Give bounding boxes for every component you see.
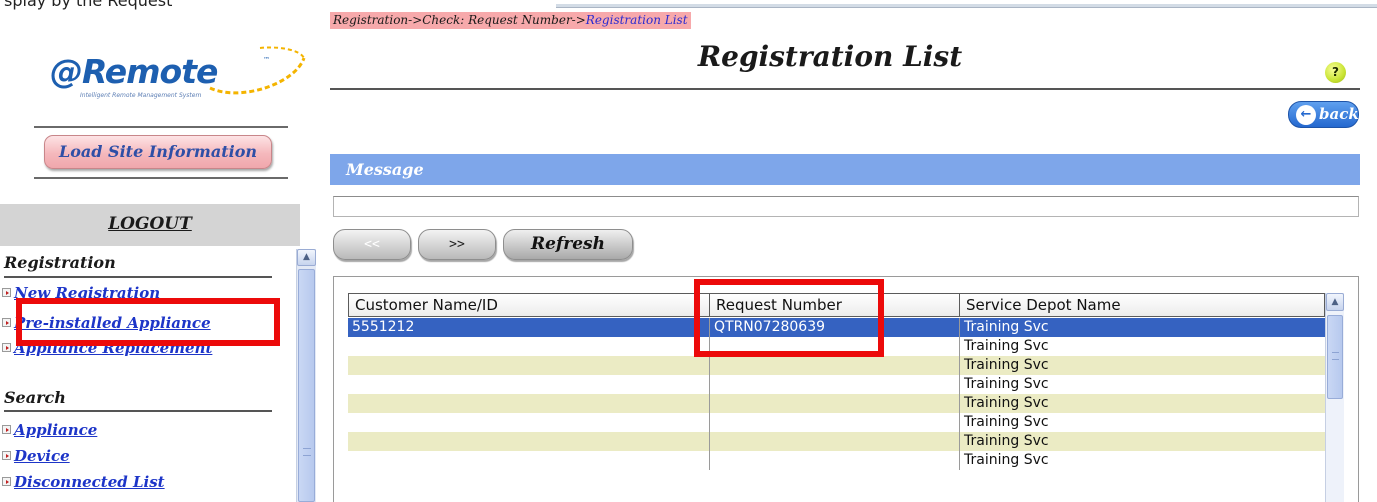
table-row[interactable]: Training Svc	[348, 375, 1325, 394]
back-arrow-icon: ←	[1296, 105, 1316, 125]
cell-customer	[348, 337, 710, 356]
cell-customer	[348, 375, 710, 394]
cell-depot: Training Svc	[964, 338, 1049, 354]
table-row[interactable]: Training Svc	[348, 394, 1325, 413]
nav-label: Appliance	[14, 421, 98, 439]
grip-icon	[303, 448, 311, 456]
section-divider	[4, 276, 272, 278]
breadcrumb-current: Registration List	[585, 13, 688, 27]
cell-request-number	[710, 432, 960, 451]
cell-depot: Training Svc	[964, 433, 1049, 449]
logout-button[interactable]: LOGOUT	[0, 204, 300, 246]
breadcrumb: Registration->Check: Request Number->Reg…	[330, 12, 691, 29]
nav-label: Disconnected List	[14, 473, 165, 491]
next-page-button[interactable]: >>	[418, 229, 496, 260]
sidebar: @Remote ™ Intelligent Remote Management …	[0, 12, 316, 502]
previous-page-button[interactable]: <<	[333, 229, 411, 260]
cell-customer	[348, 356, 710, 375]
cell-customer	[348, 394, 710, 413]
bullet-icon	[2, 318, 11, 327]
nav-disconnected-list[interactable]: Disconnected List	[2, 473, 165, 491]
cell-request-number	[710, 451, 960, 470]
back-label: back	[1319, 105, 1359, 123]
cell-request-number	[710, 394, 960, 413]
table-row[interactable]: Training Svc	[348, 451, 1325, 470]
bullet-icon	[2, 288, 11, 297]
sidebar-scrollbar[interactable]: ▲	[296, 249, 316, 502]
cell-customer	[348, 413, 710, 432]
nav-label: Device	[14, 447, 70, 465]
back-button[interactable]: ← back	[1288, 101, 1359, 128]
message-field	[333, 196, 1359, 217]
highlight-box	[16, 298, 280, 346]
bullet-icon	[2, 451, 11, 460]
cell-request-number	[710, 413, 960, 432]
bullet-icon	[2, 425, 11, 434]
cell-request-number	[710, 375, 960, 394]
top-strip: splay by the Request	[0, 0, 1377, 12]
message-header: Message	[330, 154, 1360, 185]
table-row[interactable]: Training Svc	[348, 356, 1325, 375]
remote-logo: @Remote ™ Intelligent Remote Management …	[50, 46, 306, 104]
breadcrumb-path: Registration->Check: Request Number->	[333, 13, 586, 27]
table-scroll-thumb[interactable]	[1327, 315, 1343, 399]
cell-customer	[348, 432, 710, 451]
grip-icon	[1332, 352, 1339, 360]
cell-depot: Training Svc	[964, 357, 1049, 373]
help-icon[interactable]: ?	[1325, 62, 1346, 83]
cell-customer: 5551212	[348, 318, 710, 337]
bullet-icon	[2, 477, 11, 486]
highlight-box	[694, 279, 884, 357]
column-header-depot[interactable]: Service Depot Name	[960, 294, 1324, 316]
table-scrollbar[interactable]: ▲	[1325, 293, 1344, 502]
top-strip-text: splay by the Request	[4, 0, 173, 10]
search-section-title: Search	[4, 388, 66, 407]
sidebar-scroll-thumb[interactable]	[298, 269, 315, 502]
table-row[interactable]: Training Svc	[348, 432, 1325, 451]
nav-appliance[interactable]: Appliance	[2, 421, 98, 439]
cell-depot: Training Svc	[964, 376, 1049, 392]
section-divider	[4, 410, 272, 412]
logo-tagline: Intelligent Remote Management System	[80, 92, 202, 99]
cell-depot: Training Svc	[964, 319, 1049, 335]
load-site-information-button[interactable]: Load Site Information	[44, 135, 272, 169]
scroll-up-icon[interactable]: ▲	[297, 249, 316, 266]
table-row[interactable]: Training Svc	[348, 413, 1325, 432]
column-header-customer[interactable]: Customer Name/ID	[349, 294, 710, 316]
cell-customer	[348, 451, 710, 470]
logo-trademark: ™	[263, 56, 270, 64]
cell-depot: Training Svc	[964, 395, 1049, 411]
cell-request-number	[710, 356, 960, 375]
cell-depot: Training Svc	[964, 414, 1049, 430]
registration-section-title: Registration	[4, 253, 116, 272]
cell-depot: Training Svc	[964, 452, 1049, 468]
nav-device[interactable]: Device	[2, 447, 70, 465]
top-strip-bar	[556, 4, 1377, 8]
sidebar-divider	[34, 126, 288, 128]
bullet-icon	[2, 343, 11, 352]
refresh-button[interactable]: Refresh	[503, 229, 633, 260]
title-divider	[330, 88, 1360, 90]
scroll-up-icon[interactable]: ▲	[1326, 293, 1344, 311]
page-title: Registration List	[697, 40, 963, 73]
logo-text: @Remote	[50, 52, 218, 91]
sidebar-divider	[34, 177, 288, 179]
